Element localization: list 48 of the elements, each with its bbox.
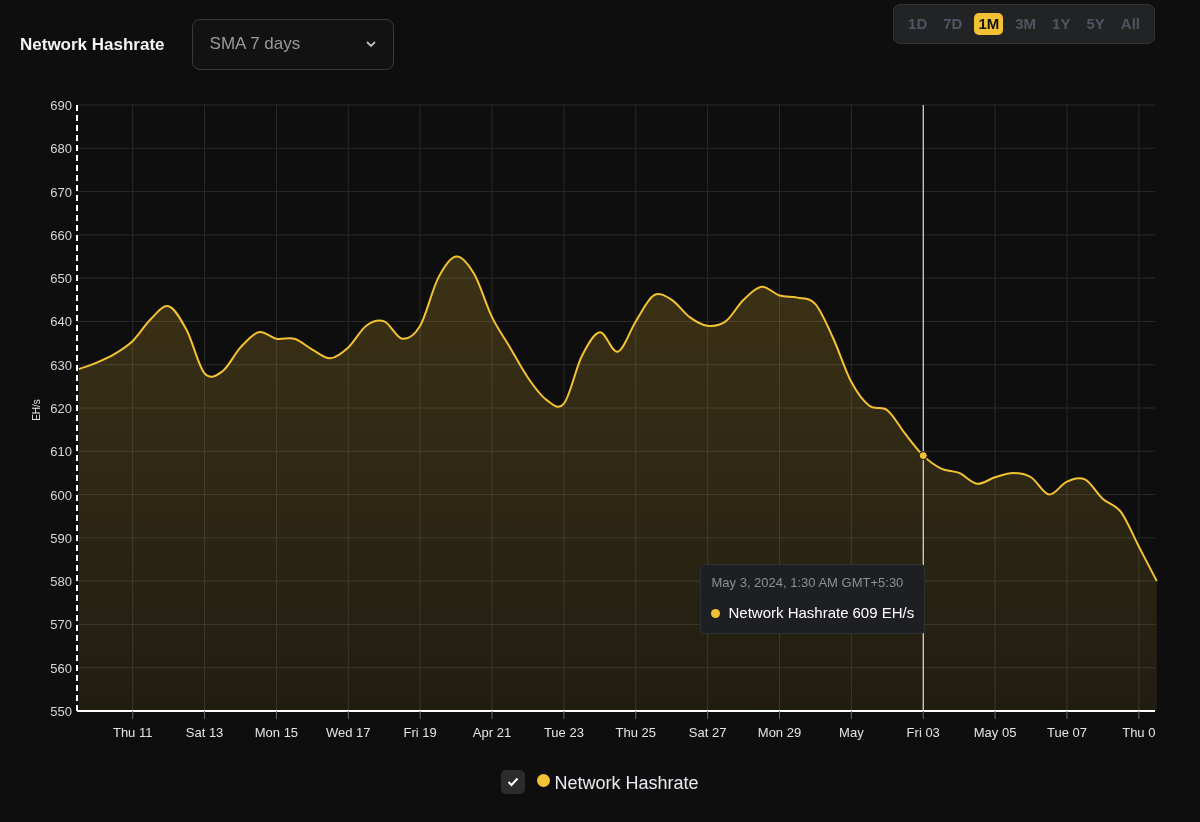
range-tab[interactable]: 1Y: [1048, 13, 1075, 35]
range-tab[interactable]: 5Y: [1082, 13, 1109, 35]
check-icon: [507, 777, 520, 787]
y-tick-label: 690: [50, 98, 72, 113]
chart-title: Network Hashrate: [20, 34, 165, 57]
x-tick-label: Mon 15: [254, 725, 299, 740]
y-tick-label: 680: [50, 141, 72, 157]
tooltip-series-name: Network Hashrate: [728, 603, 849, 624]
x-tick-label: Wed 17: [326, 725, 371, 740]
y-tick-label: 550: [50, 704, 72, 719]
legend-label[interactable]: Network Hashrate: [554, 770, 699, 797]
y-tick-label: 640: [50, 314, 72, 330]
y-tick-label: 560: [50, 660, 72, 676]
x-tick-label: Sat 27: [688, 725, 727, 740]
x-tick-label: Thu 11: [112, 725, 153, 740]
y-tick-label: 570: [50, 617, 72, 633]
y-tick-label: 670: [50, 184, 72, 200]
range-tab[interactable]: 3M: [1011, 13, 1041, 35]
x-tick-label: Thu 25: [615, 725, 656, 740]
range-tab[interactable]: All: [1116, 13, 1144, 35]
x-tick-label: Sat 13: [185, 725, 224, 740]
x-tick-label: Fri 19: [403, 725, 437, 740]
x-tick-label: Mon 29: [757, 725, 802, 740]
chevron-down-icon: [365, 40, 376, 48]
data-point: [918, 451, 928, 461]
range-tab[interactable]: 1D: [904, 13, 932, 35]
y-tick-label: 580: [50, 574, 72, 590]
x-tick-label: Thu 0: [1122, 725, 1156, 740]
x-tick-label: Tue 23: [543, 725, 584, 740]
y-tick-label: 600: [50, 487, 72, 503]
y-axis-title: EH/s: [31, 399, 42, 421]
y-tick-label: 650: [50, 271, 72, 287]
y-tick-label: 660: [50, 227, 72, 243]
tooltip-value: 609 EH/s: [852, 603, 915, 624]
y-tick-label: 630: [50, 357, 72, 373]
x-tick-label: May 05: [973, 725, 1017, 740]
x-tick-label: Fri 03: [906, 725, 940, 740]
range-tab[interactable]: 7D: [939, 13, 967, 35]
tooltip-time: May 3, 2024, 1:30 AM GMT+5:30: [711, 573, 905, 592]
average-select[interactable]: SMA 7 days: [191, 18, 394, 70]
x-tick-label: May: [839, 725, 864, 740]
y-tick-label: 610: [50, 444, 72, 460]
x-tick-label: Tue 07: [1046, 725, 1087, 740]
range-tab[interactable]: 1M: [974, 13, 1004, 35]
x-tick-label: Apr 21: [472, 725, 512, 740]
y-tick-label: 590: [50, 530, 72, 546]
legend-checkbox[interactable]: [501, 770, 526, 794]
y-tick-label: 620: [50, 401, 72, 416]
